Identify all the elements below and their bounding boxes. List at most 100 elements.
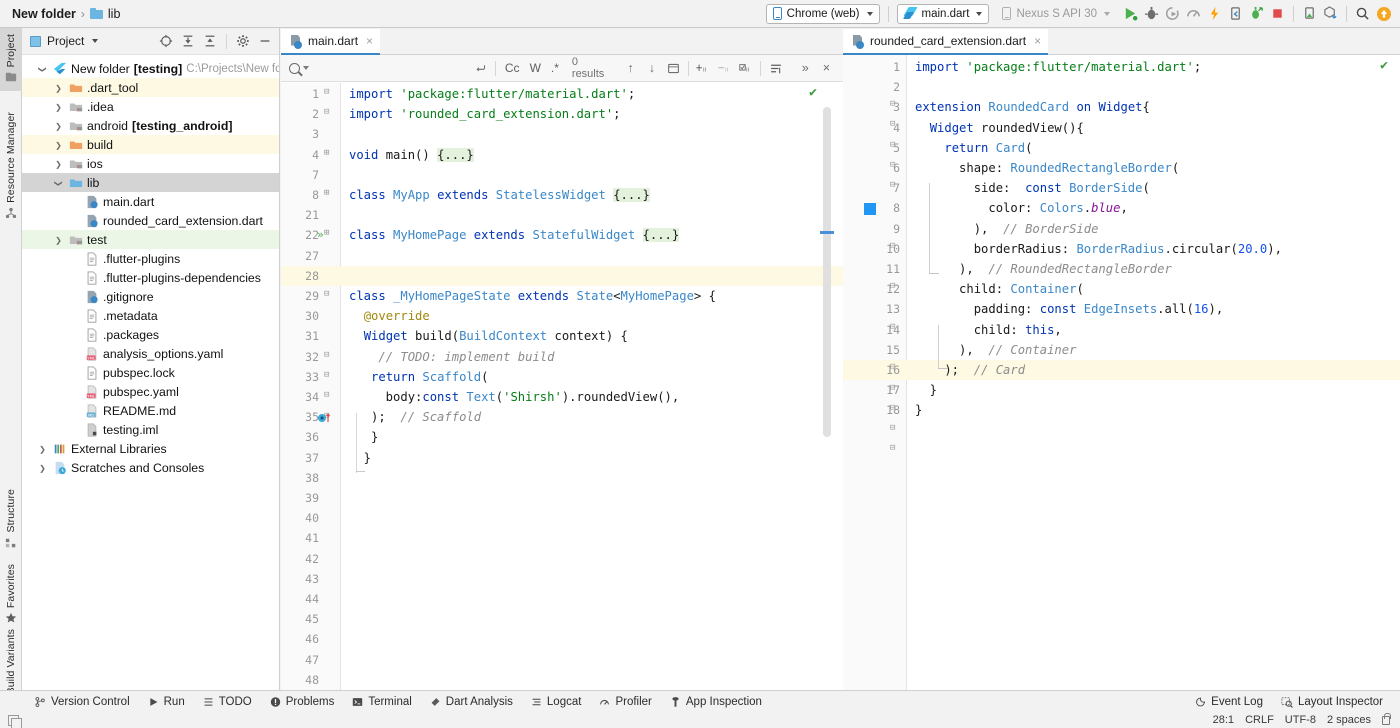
device-manager-icon[interactable] bbox=[1299, 3, 1320, 24]
tree-row[interactable]: pubspec.lock bbox=[22, 363, 279, 382]
breadcrumb-root[interactable]: New folder bbox=[12, 7, 76, 21]
code-line[interactable]: 42 bbox=[281, 549, 843, 569]
run-icon[interactable] bbox=[1120, 3, 1141, 24]
tree-row[interactable]: .gitignore bbox=[22, 287, 279, 306]
project-tree[interactable]: New folder [testing]C:\Projects\New fold… bbox=[22, 55, 279, 690]
bottom-item-run[interactable]: Run bbox=[139, 691, 194, 713]
chevron-down-icon[interactable] bbox=[92, 39, 99, 43]
code-line[interactable]: 22 class MyHomePage extends StatefulWidge… bbox=[281, 225, 843, 245]
code-line[interactable]: 28 bbox=[281, 266, 843, 286]
code-line[interactable]: 2 bbox=[843, 77, 1400, 97]
bottom-item-profiler[interactable]: Profiler bbox=[590, 691, 660, 713]
code-line[interactable]: 5 return Card( bbox=[843, 138, 1400, 158]
code-line[interactable]: 32 // TODO: implement build bbox=[281, 347, 843, 367]
code-line[interactable]: 34 body:const Text('Shirsh').roundedView… bbox=[281, 387, 843, 407]
code-line[interactable]: 3 bbox=[281, 124, 843, 144]
tree-row[interactable]: .flutter-plugins bbox=[22, 249, 279, 268]
attach-debugger-icon[interactable] bbox=[1246, 3, 1267, 24]
emulator-selector[interactable]: Nexus S API 30 bbox=[995, 4, 1117, 24]
code-line[interactable]: 21 bbox=[281, 205, 843, 225]
code-line[interactable]: 48 bbox=[281, 670, 843, 690]
code-line[interactable]: 45 bbox=[281, 609, 843, 629]
stop-icon[interactable] bbox=[1267, 3, 1288, 24]
code-line[interactable]: 47 bbox=[281, 650, 843, 670]
code-line[interactable]: 27 bbox=[281, 246, 843, 266]
code-line[interactable]: 29 class _MyHomePageState extends State<M… bbox=[281, 286, 843, 306]
code-line[interactable]: 39 bbox=[281, 488, 843, 508]
chevron-right-icon[interactable] bbox=[52, 140, 65, 150]
bottom-item-dart-analysis[interactable]: Dart Analysis bbox=[421, 691, 522, 713]
code-line[interactable]: 1 import 'package:flutter/material.dart'; bbox=[281, 84, 843, 104]
bottom-item-problems[interactable]: Problems bbox=[261, 691, 344, 713]
fold-marker-icon[interactable]: ⊞ bbox=[324, 188, 329, 198]
code-line[interactable]: 14 child: this, bbox=[843, 320, 1400, 340]
tree-row[interactable]: External Libraries bbox=[22, 439, 279, 458]
code-line[interactable]: 4 void main() {...} bbox=[281, 145, 843, 165]
code-line[interactable]: 40 bbox=[281, 508, 843, 528]
code-area-left[interactable]: 1 import 'package:flutter/material.dart';… bbox=[281, 83, 843, 690]
settings-icon[interactable] bbox=[233, 31, 253, 51]
package-download-icon[interactable] bbox=[1320, 3, 1341, 24]
more-options-button[interactable]: » bbox=[795, 57, 816, 79]
tree-row[interactable]: MD README.md bbox=[22, 401, 279, 420]
fold-marker-icon[interactable]: ⊟ bbox=[324, 350, 329, 360]
sidebar-item-resource-manager[interactable]: Resource Manager bbox=[0, 106, 22, 227]
chevron-right-icon[interactable] bbox=[36, 444, 49, 454]
code-line[interactable]: 37 } bbox=[281, 448, 843, 468]
bottom-item-app-inspection[interactable]: App Inspection bbox=[661, 691, 771, 713]
close-icon[interactable]: × bbox=[1034, 34, 1041, 48]
fold-marker-icon[interactable]: ⊟ bbox=[324, 107, 329, 117]
run-gutter-icon[interactable]: » bbox=[317, 228, 324, 241]
tab-rounded-card-extension-dart[interactable]: rounded_card_extension.dart × bbox=[843, 29, 1049, 55]
close-find-button[interactable]: × bbox=[816, 57, 837, 79]
fold-marker-icon[interactable]: ⊟ bbox=[324, 370, 329, 380]
code-line[interactable]: 10 borderRadius: BorderRadius.circular(2… bbox=[843, 239, 1400, 259]
code-line[interactable]: 8 class MyApp extends StatelessWidget {..… bbox=[281, 185, 843, 205]
select-all-occurrences-icon[interactable]: II bbox=[735, 57, 756, 79]
collapse-all-icon[interactable] bbox=[200, 31, 220, 51]
bottom-item-version-control[interactable]: Version Control bbox=[26, 691, 139, 713]
tab-main-dart[interactable]: main.dart × bbox=[281, 29, 381, 55]
add-selection-icon[interactable]: II bbox=[693, 57, 714, 79]
caret-position[interactable]: 28:1 bbox=[1213, 714, 1234, 726]
fold-marker-icon[interactable]: ⊟ bbox=[890, 140, 895, 150]
device-selector[interactable]: Chrome (web) bbox=[765, 3, 880, 24]
code-line[interactable]: 44 bbox=[281, 589, 843, 609]
debug-icon[interactable] bbox=[1141, 3, 1162, 24]
code-line[interactable]: 43 bbox=[281, 569, 843, 589]
tree-row[interactable]: YML pubspec.yaml bbox=[22, 382, 279, 401]
tree-row[interactable]: Scratches and Consoles bbox=[22, 458, 279, 477]
code-line[interactable]: 7 side: const BorderSide( bbox=[843, 178, 1400, 198]
flutter-inspect-icon[interactable] bbox=[1225, 3, 1246, 24]
fold-marker-icon[interactable]: ⊟ bbox=[890, 241, 895, 251]
editor-scrollbar[interactable] bbox=[823, 107, 831, 437]
bottom-item-todo[interactable]: TODO bbox=[194, 691, 261, 713]
chevron-right-icon[interactable] bbox=[52, 83, 65, 93]
run-coverage-icon[interactable] bbox=[1162, 3, 1183, 24]
hide-icon[interactable] bbox=[255, 31, 275, 51]
code-line[interactable]: 11 ), // RoundedRectangleBorder bbox=[843, 259, 1400, 279]
tree-row[interactable]: rounded_card_extension.dart bbox=[22, 211, 279, 230]
inspection-ok-icon[interactable]: ✔ bbox=[1380, 58, 1388, 73]
code-line[interactable]: 17 } bbox=[843, 380, 1400, 400]
code-area-right[interactable]: 1 import 'package:flutter/material.dart';… bbox=[843, 55, 1400, 690]
tree-row[interactable]: android [testing_android] bbox=[22, 116, 279, 135]
tree-row[interactable]: New folder [testing]C:\Projects\New fold… bbox=[22, 59, 279, 78]
code-line[interactable]: 36 } bbox=[281, 427, 843, 447]
sidebar-item-project[interactable]: Project bbox=[0, 28, 22, 92]
fold-marker-icon[interactable]: ⊟ bbox=[890, 443, 895, 453]
code-line[interactable]: 46 bbox=[281, 629, 843, 649]
find-next-button[interactable]: ↓ bbox=[641, 57, 662, 79]
code-line[interactable]: 12 child: Container( bbox=[843, 279, 1400, 299]
tree-row[interactable]: .idea bbox=[22, 97, 279, 116]
bottom-item-logcat[interactable]: Logcat bbox=[522, 691, 591, 713]
tree-row[interactable]: lib bbox=[22, 173, 279, 192]
new-line-icon[interactable] bbox=[470, 57, 491, 79]
chevron-right-icon[interactable] bbox=[52, 102, 65, 112]
line-separator[interactable]: CRLF bbox=[1245, 714, 1274, 726]
chevron-right-icon[interactable] bbox=[52, 159, 65, 169]
search-input[interactable] bbox=[314, 61, 470, 75]
bottom-item-terminal[interactable]: Terminal bbox=[343, 691, 420, 713]
tree-row[interactable]: main.dart bbox=[22, 192, 279, 211]
code-line[interactable]: 4 Widget roundedView(){ bbox=[843, 118, 1400, 138]
